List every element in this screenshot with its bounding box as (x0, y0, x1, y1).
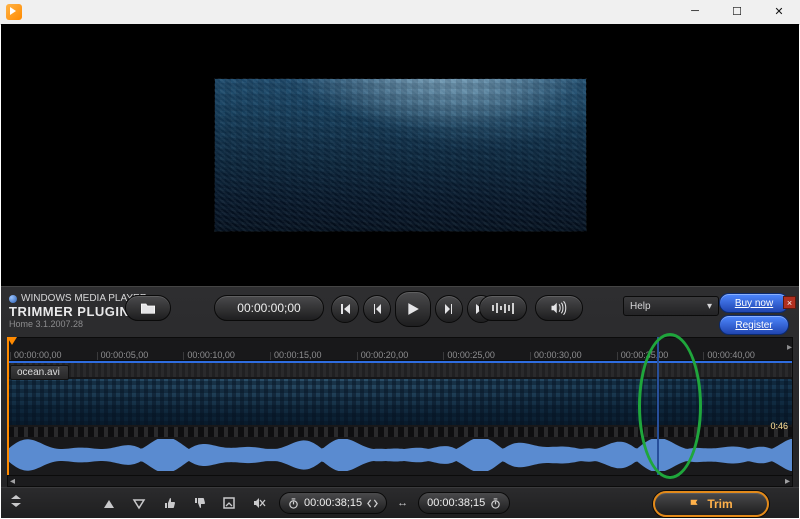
swap-arrows-icon[interactable]: ↔ (397, 497, 408, 509)
mark-out-button[interactable] (129, 493, 149, 513)
expand-toggle[interactable] (9, 494, 23, 508)
in-point-line (7, 337, 9, 475)
scroll-left-icon[interactable]: ◂ (8, 476, 17, 487)
playhead[interactable] (657, 337, 659, 475)
window-controls: ─ ☐ ✕ (674, 0, 800, 22)
thumb-down-button[interactable] (189, 493, 209, 513)
source-name-text: ocean.avi (17, 367, 60, 378)
thumbnail-strip (8, 363, 792, 377)
register-button[interactable]: Register (719, 315, 789, 335)
video-frame-still (214, 78, 587, 232)
maximize-button[interactable]: ☐ (716, 0, 758, 22)
stopwatch-icon (288, 498, 299, 509)
in-time-text: 00:00:38;15 (304, 497, 362, 509)
bottom-bar: 00:00:38;15 ↔ 00:00:38;15 Trim (1, 487, 799, 518)
clip-duration: 0:46 (770, 421, 788, 431)
step-back-button[interactable] (363, 295, 391, 323)
ruler-tick (530, 352, 617, 360)
trim-button[interactable]: Trim (653, 491, 769, 517)
track-area[interactable]: ocean.avi 0:46 (7, 360, 793, 476)
folder-icon (140, 301, 156, 315)
scroll-right-icon[interactable]: ▸ (783, 476, 792, 487)
volume-icon (550, 301, 568, 315)
timeline-scrollbar[interactable]: ◂ ▸ (7, 475, 793, 487)
buy-now-label: Buy now (735, 298, 773, 309)
thumb-up-button[interactable] (159, 493, 179, 513)
trim-label: Trim (707, 497, 732, 511)
timecode-display: 00:00:00;00 (214, 295, 324, 321)
ruler-tick (703, 352, 790, 360)
close-button[interactable]: ✕ (758, 0, 800, 22)
chevron-down-icon: ▾ (707, 301, 712, 312)
open-file-button[interactable] (125, 295, 171, 321)
ruler-tick (443, 352, 530, 360)
equalizer-icon (492, 303, 514, 314)
ruler-scroll-right-icon[interactable]: ▸ (787, 342, 792, 353)
stopwatch-icon (490, 498, 501, 509)
ruler-tick (97, 352, 184, 360)
skip-back-button[interactable] (331, 295, 359, 323)
marker-button[interactable] (219, 493, 239, 513)
out-time-text: 00:00:38;15 (427, 497, 485, 509)
video-viewport (1, 24, 799, 286)
equalizer-button[interactable] (479, 295, 527, 321)
play-button[interactable] (395, 291, 431, 327)
ruler-tick (270, 352, 357, 360)
out-time-display[interactable]: 00:00:38;15 (418, 492, 510, 514)
in-time-display[interactable]: 00:00:38;15 (279, 492, 387, 514)
buy-now-button[interactable]: Buy now (719, 293, 789, 313)
step-forward-button[interactable] (435, 295, 463, 323)
panel-close-button[interactable]: × (783, 296, 796, 309)
timecode-text: 00:00:00;00 (237, 301, 300, 315)
mute-button[interactable] (249, 493, 269, 513)
audio-track[interactable] (8, 439, 792, 471)
mark-in-button[interactable] (99, 493, 119, 513)
panel-top-row: WINDOWS MEDIA PLAYER TRIMMER PLUGIN Home… (1, 293, 799, 323)
ruler-tick (10, 352, 97, 360)
film-strip (8, 427, 792, 437)
window-titlebar: ─ ☐ ✕ (0, 0, 800, 25)
help-dropdown[interactable]: Help ▾ (623, 296, 719, 316)
source-name-tag: ocean.avi (10, 365, 69, 380)
step-arrows-icon (367, 498, 378, 509)
chevron-up-down-icon (9, 494, 23, 508)
volume-button[interactable] (535, 295, 583, 321)
transport-controls (331, 295, 495, 327)
flag-icon (689, 498, 701, 510)
video-track[interactable] (8, 379, 792, 425)
waveform-icon (8, 439, 792, 471)
timeline-ruler[interactable] (7, 337, 793, 361)
register-label: Register (735, 320, 772, 331)
help-label: Help (630, 301, 651, 312)
plugin-version: Home 3.1.2007.28 (9, 319, 147, 329)
minimize-button[interactable]: ─ (674, 0, 716, 22)
ruler-tick (357, 352, 444, 360)
bottom-tools: 00:00:38;15 ↔ 00:00:38;15 (99, 492, 510, 514)
ruler-tick (183, 352, 270, 360)
control-panel: WINDOWS MEDIA PLAYER TRIMMER PLUGIN Home… (1, 286, 799, 518)
wmp-icon (9, 295, 17, 303)
app-icon (6, 4, 22, 20)
ruler-tick (617, 352, 704, 360)
in-point-marker[interactable] (7, 337, 17, 345)
